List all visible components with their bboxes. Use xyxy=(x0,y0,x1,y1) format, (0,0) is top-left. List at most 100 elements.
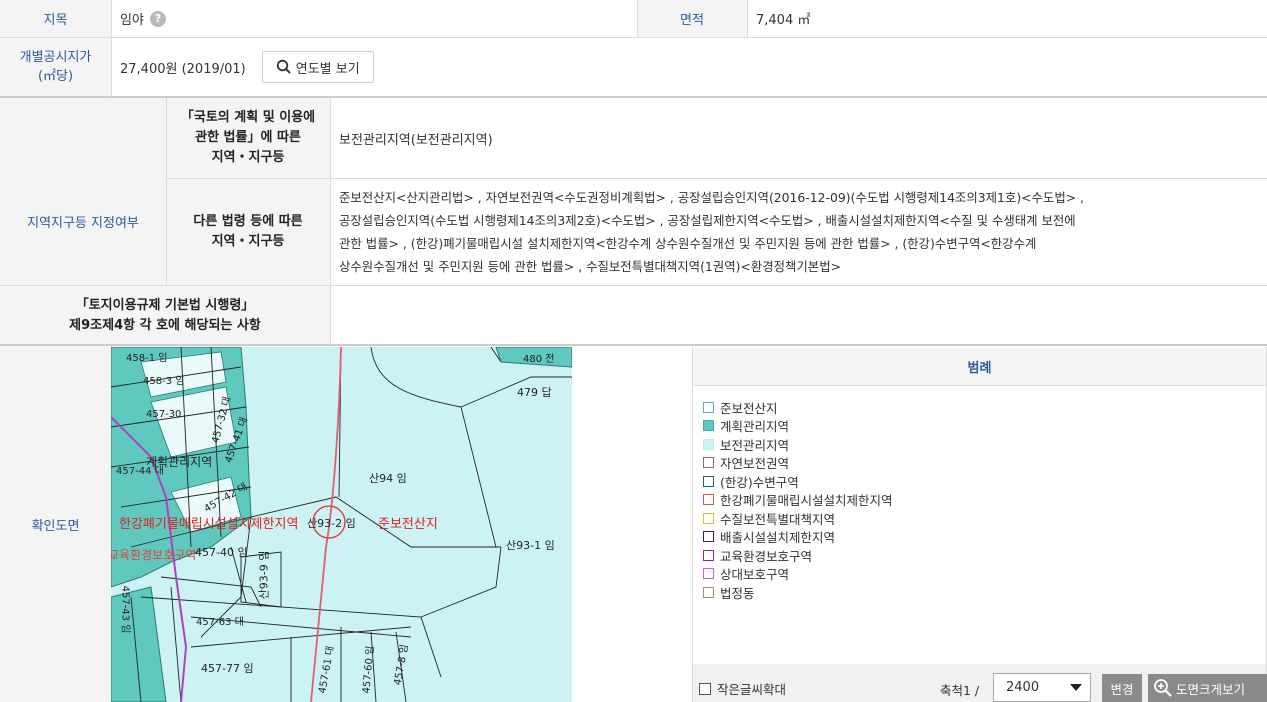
map-zone-label: 교육환경보호구역 xyxy=(111,548,197,562)
legend-item: (한강)수변구역 xyxy=(703,472,799,490)
divider xyxy=(0,37,1267,38)
scale-label: 축척1 / xyxy=(940,683,980,698)
legend-swatch xyxy=(703,457,714,468)
map-label: 458-3 임 xyxy=(143,376,185,387)
legend-title-text: 범례 xyxy=(967,361,992,376)
jimok-cell: 임야 ? xyxy=(111,0,637,37)
legend-swatch xyxy=(703,401,714,413)
change-button-label: 변경 xyxy=(1110,681,1134,697)
legend-swatch xyxy=(703,531,714,542)
legend-swatch xyxy=(703,586,714,598)
other-law-header: 다른 법령 등에 따른 지역・지구등 xyxy=(166,178,330,285)
other-law-value-line4: 상수원수질개선 및 주민지원 등에 관한 법률> , 수질보전특별대책지역(1권… xyxy=(339,259,841,274)
map-label: 458-1 임 xyxy=(126,353,168,364)
national-law-header-line2: 관한 법률」에 따른 xyxy=(195,130,301,145)
legend-item: 배출시설설치제한지역 xyxy=(703,528,835,546)
other-law-value-line1: 준보전산지<산지관리법> , 자연보전권역<수도권정비계획법> , 공장설립승인… xyxy=(339,190,1084,205)
zoning-section-label: 지역지구등 지정여부 xyxy=(27,216,139,231)
other-law-cell: 준보전산지<산지관리법> , 자연보전권역<수도권정비계획법> , 공장설립승인… xyxy=(339,186,1259,278)
legend-swatch xyxy=(703,438,714,450)
legend-swatch xyxy=(703,494,714,505)
legend-item: 준보전산지 xyxy=(703,398,778,416)
other-law-header-line2: 지역・지구등 xyxy=(211,233,285,249)
other-law-value-line2: 공장설립승인지역(수도법 시행령제14조의3제2호)<수도법> , 공장설립제한… xyxy=(339,213,1076,228)
legend-item: 수질보전특별대책지역 xyxy=(703,509,835,527)
regulation-header-line2: 제9조제4항 각 호에 해당되는 사항 xyxy=(69,317,261,333)
divider xyxy=(166,178,1267,179)
legend-item: 교육환경보호구역 xyxy=(703,546,812,564)
divider xyxy=(0,285,1267,286)
cadastral-map[interactable]: 458-1 임 458-3 임 457-32 대 457-30 457-44 대… xyxy=(111,347,572,702)
help-icon[interactable]: ? xyxy=(149,10,166,27)
enlarge-map-button[interactable]: 도면크게보기 xyxy=(1148,674,1267,702)
national-law-value: 보전관리지역(보전관리지역) xyxy=(339,132,493,148)
small-text-toggle[interactable]: 작은글씨확대 xyxy=(699,679,786,698)
legend-label: 수질보전특별대책지역 xyxy=(720,511,836,527)
legend-item: 보전관리지역 xyxy=(703,435,789,453)
map-label: 산93-2 임 xyxy=(307,517,356,530)
area-header: 면적 xyxy=(637,0,747,37)
legend-item: 법정동 xyxy=(703,583,755,601)
divider xyxy=(0,96,1267,98)
regulation-header-line1: 「토지이용규제 기본법 시행령」 xyxy=(75,297,255,313)
price-label-line1: 개별공시지가 xyxy=(19,50,92,65)
map-label: 457-63 대 xyxy=(196,617,244,628)
map-zone-label: 한강폐기물매립시설설치제한지역 xyxy=(119,517,299,532)
other-law-value-line3: 관한 법률> , (한강)폐기물매립시설 설치제한지역<한강수계 상수원수질개선… xyxy=(339,236,1037,251)
area-label: 면적 xyxy=(680,13,704,28)
legend-label: 상대보호구역 xyxy=(720,567,790,582)
change-button[interactable]: 변경 xyxy=(1102,674,1142,702)
map-label: 산93-9 임 xyxy=(257,550,271,600)
zoom-in-icon xyxy=(1154,679,1172,697)
scale-select[interactable]: 2400 xyxy=(993,673,1091,702)
map-label: 480 전 xyxy=(523,354,555,365)
year-view-label: 연도별 보기 xyxy=(295,61,360,77)
legend-item: 자연보전권역 xyxy=(703,454,789,472)
jimok-label: 지목 xyxy=(43,13,68,28)
small-text-checkbox[interactable] xyxy=(699,682,711,695)
map-label: 479 답 xyxy=(517,386,552,399)
divider xyxy=(330,98,331,345)
price-header: 개별공시지가 (㎡당) xyxy=(0,37,111,97)
map-label: 산94 임 xyxy=(369,472,407,485)
jimok-header: 지목 xyxy=(0,0,111,37)
divider xyxy=(111,0,112,97)
map-zone-label: 준보전산지 xyxy=(378,517,438,532)
legend-title: 범례 xyxy=(693,348,1266,386)
legend-label: 자연보전권역 xyxy=(720,456,790,471)
legend-item: 상대보호구역 xyxy=(703,565,789,583)
legend-label: 법정동 xyxy=(720,585,755,601)
divider xyxy=(0,344,1267,346)
legend-swatch xyxy=(703,420,714,431)
divider xyxy=(637,0,638,37)
map-section-label: 확인도면 xyxy=(31,518,80,534)
regulation-header: 「토지이용규제 기본법 시행령」 제9조제4항 각 호에 해당되는 사항 xyxy=(0,286,330,345)
legend-label: 보전관리지역 xyxy=(720,437,790,453)
national-law-header-line1: 「국토의 계획 및 이용에 xyxy=(180,110,316,125)
price-cell: 27,400원 (2019/01) 연도별 보기 xyxy=(111,37,1267,97)
map-label: 산93-1 임 xyxy=(506,539,555,552)
map-section-header: 확인도면 xyxy=(0,346,111,702)
map-label: 457-30 xyxy=(146,409,182,420)
map-label: 457-77 임 xyxy=(201,662,254,675)
search-icon xyxy=(276,59,291,74)
area-value: 7,404 ㎡ xyxy=(756,13,811,28)
chevron-down-icon xyxy=(1070,684,1082,691)
legend-swatch xyxy=(703,475,714,487)
map-zone-label: 계획관리지역 xyxy=(146,455,213,469)
legend-label: 배출시설설치제한지역 xyxy=(720,530,836,545)
price-label-line2: (㎡당) xyxy=(37,69,74,84)
map-label: 457-43 임 xyxy=(119,585,131,634)
legend-item: 한강폐기물매립시설설치제한지역 xyxy=(703,491,893,509)
year-view-button[interactable]: 연도별 보기 xyxy=(261,51,374,83)
legend-label: 한강폐기물매립시설설치제한지역 xyxy=(720,493,893,508)
jimok-value: 임야 xyxy=(120,13,144,28)
legend-item: 계획관리지역 xyxy=(703,417,789,435)
national-law-header: 「국토의 계획 및 이용에 관한 법률」에 따른 지역・지구등 xyxy=(166,98,330,178)
enlarge-map-label: 도면크게보기 xyxy=(1176,681,1246,697)
national-law-header-line3: 지역・지구등 xyxy=(211,150,285,165)
legend-label: 준보전산지 xyxy=(720,400,778,416)
divider xyxy=(747,0,748,37)
legend-label: (한강)수변구역 xyxy=(720,474,799,490)
price-value: 27,400원 (2019/01) xyxy=(120,61,246,77)
